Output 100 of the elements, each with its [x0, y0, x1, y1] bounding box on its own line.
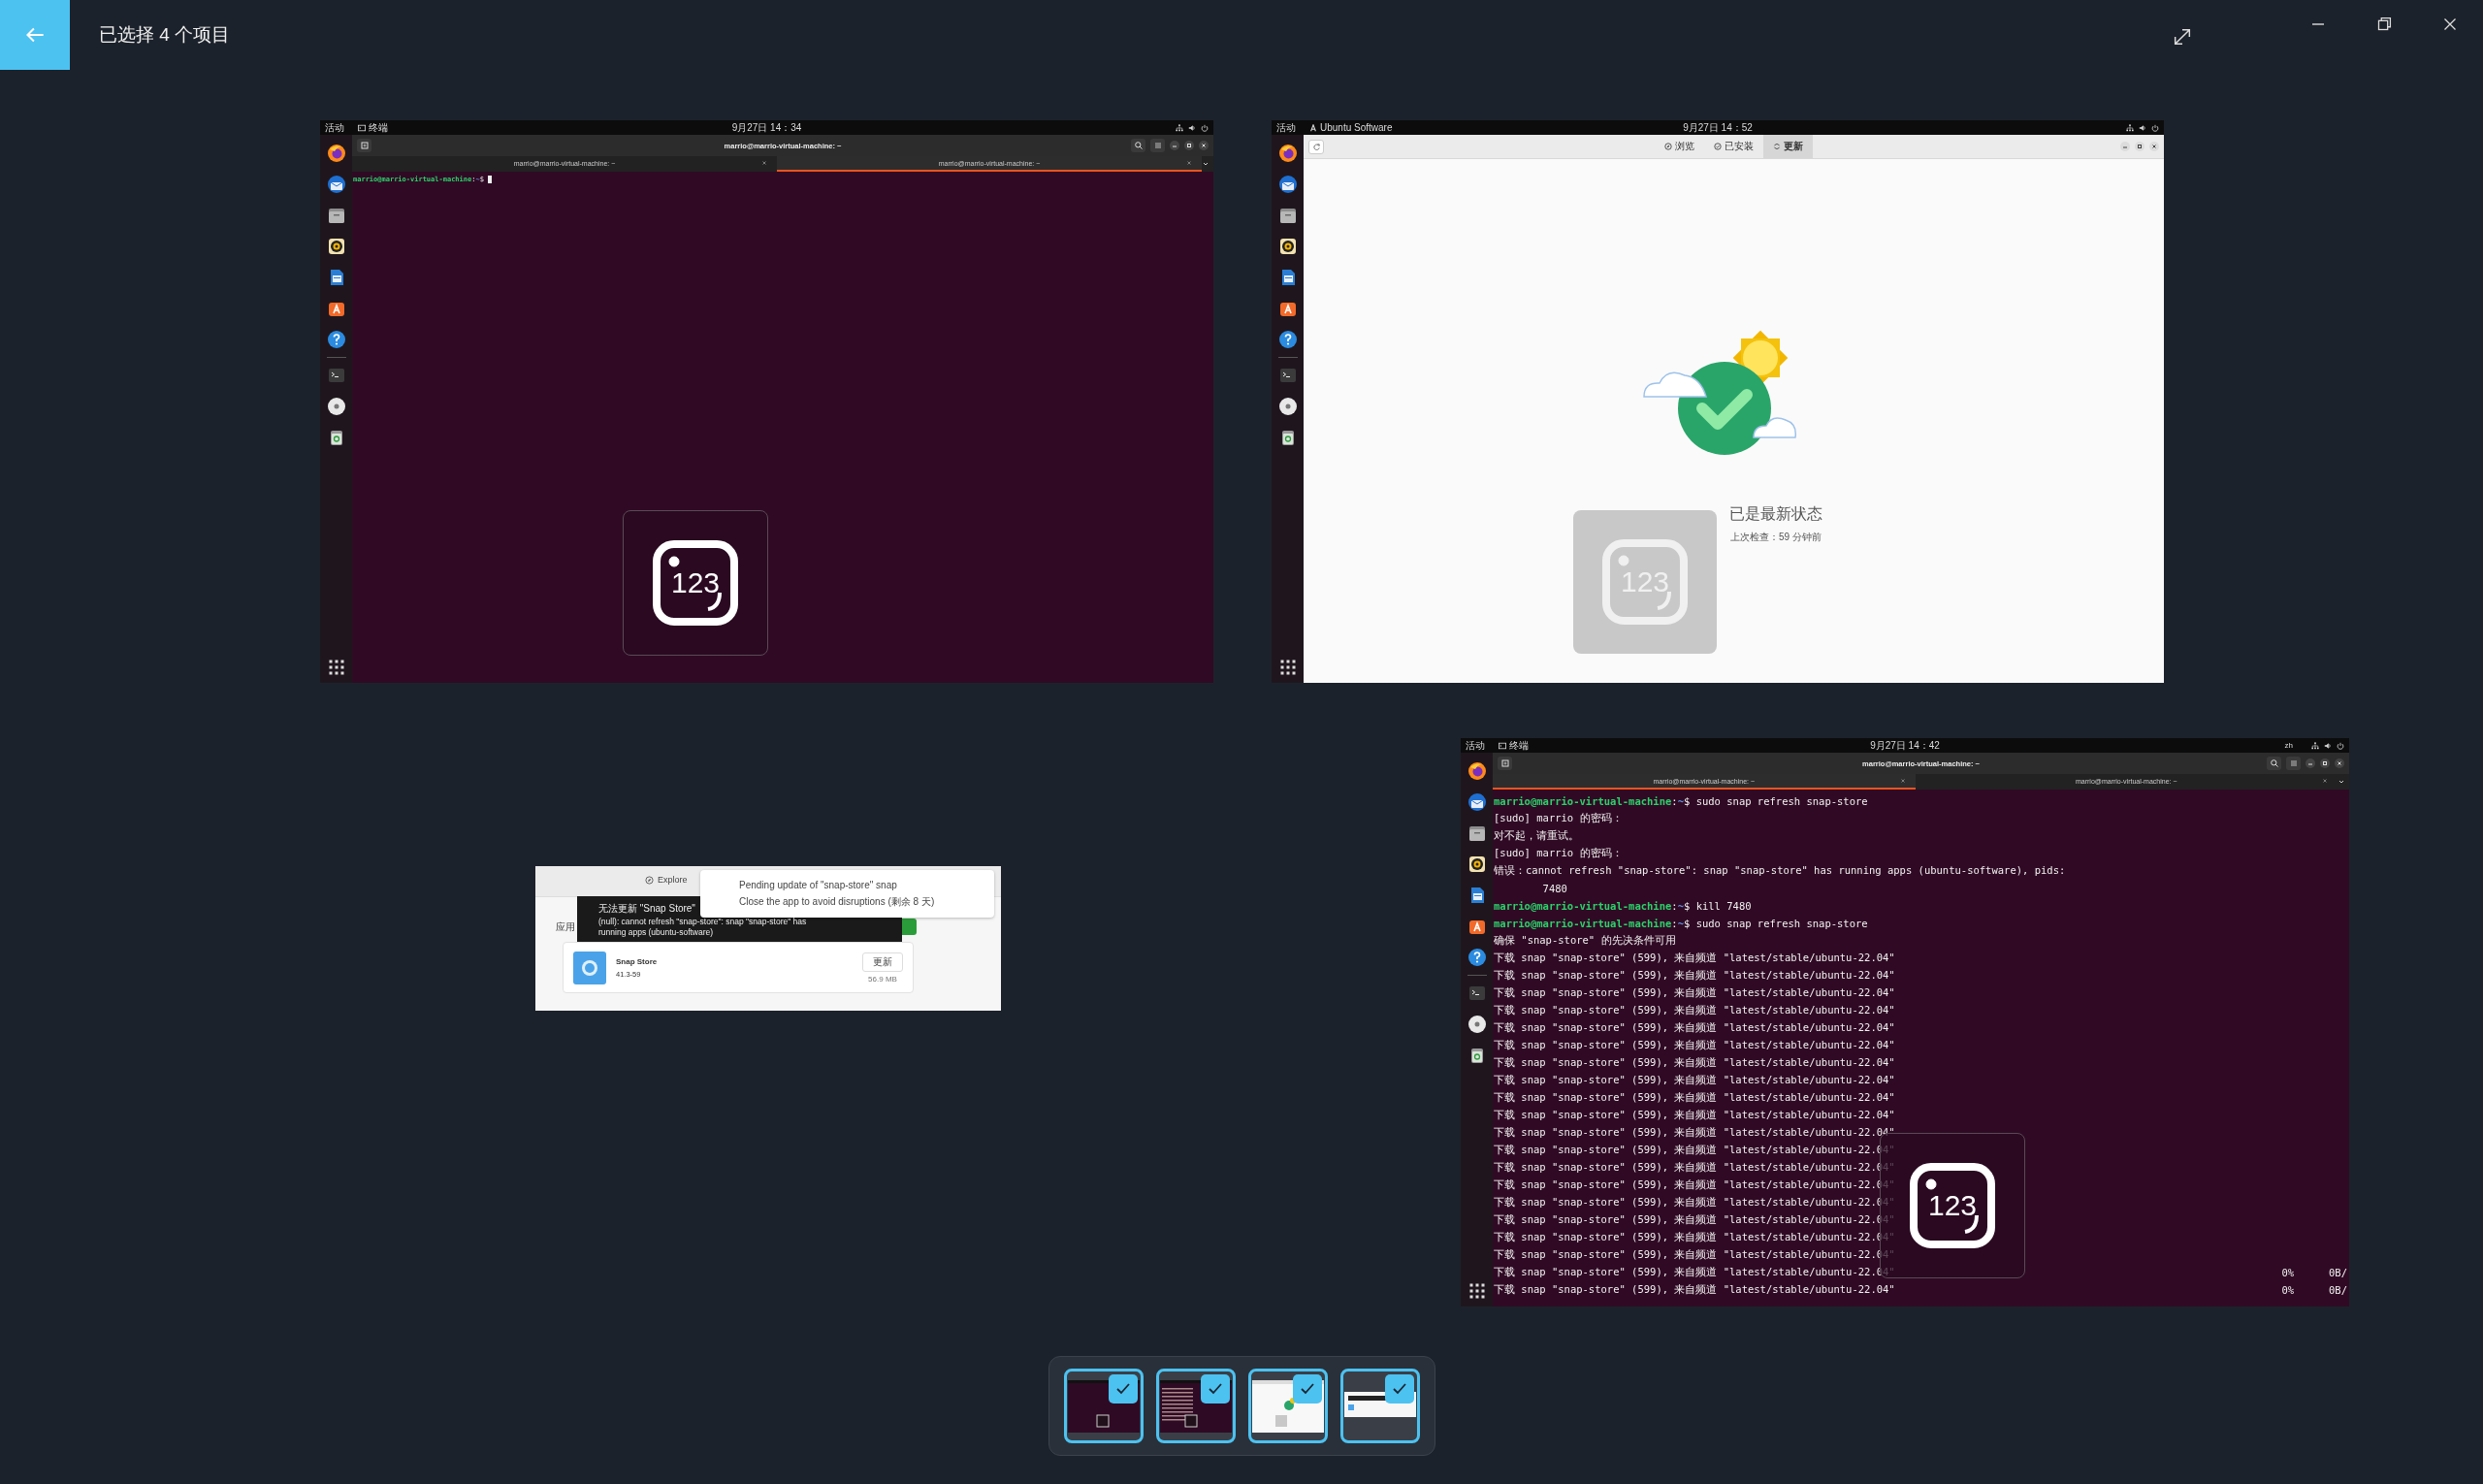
power-icon[interactable]	[2151, 123, 2159, 132]
volume-icon[interactable]	[1188, 123, 1196, 132]
terminal-icon	[358, 123, 366, 132]
new-tab-button[interactable]	[357, 139, 371, 152]
clock[interactable]: 9月27日 14：42	[1870, 738, 1940, 753]
disc-icon[interactable]	[1277, 397, 1298, 416]
network-icon[interactable]	[1176, 123, 1183, 132]
mail-icon[interactable]	[1467, 792, 1487, 812]
update-button[interactable]: 更新	[862, 952, 903, 972]
screenshot[interactable]	[535, 866, 1001, 1011]
close-button[interactable]	[2335, 758, 2344, 768]
download-size: 56.9 MB	[868, 974, 897, 984]
browser-icon[interactable]	[326, 144, 346, 163]
keypad-osd-icon	[1601, 538, 1689, 626]
activities-button[interactable]: 活动	[1276, 120, 1296, 135]
thumbnail[interactable]	[1156, 1369, 1236, 1443]
view-tab[interactable]: 更新	[1763, 135, 1813, 158]
folder-icon[interactable]	[1277, 206, 1298, 225]
close-tab-icon[interactable]	[2322, 778, 2328, 784]
app-menu[interactable]: 终端	[358, 120, 388, 135]
speaker-icon[interactable]	[1277, 237, 1298, 256]
power-icon[interactable]	[2337, 741, 2344, 750]
terminal-icon[interactable]	[1467, 984, 1487, 1003]
terminal-icon[interactable]	[1277, 366, 1298, 385]
close-button[interactable]	[1199, 141, 1209, 150]
clock[interactable]: 9月27日 14：52	[1683, 120, 1753, 135]
speaker-icon[interactable]	[326, 237, 346, 256]
minimize-button[interactable]	[2306, 758, 2315, 768]
network-icon[interactable]	[2311, 741, 2319, 750]
minimize-button[interactable]	[2120, 142, 2130, 151]
terminal-line: 错误：cannot refresh "snap-store": snap "snap-store" has running apps (ubuntu-software), pids:	[1494, 864, 2066, 878]
disc-icon[interactable]	[326, 397, 346, 416]
maximize-icon	[1185, 142, 1193, 149]
keypad-osd-icon	[1909, 1162, 1996, 1249]
terminal-line: 下载 snap "snap-store" (599), 来自频道 "latest/stable/ubuntu-22.04"	[1494, 1004, 1895, 1017]
search-button[interactable]	[1131, 139, 1145, 152]
chevron-down-icon[interactable]	[2338, 778, 2345, 786]
menu-icon	[2288, 758, 2299, 768]
checkbox[interactable]	[1109, 1374, 1138, 1403]
maximize-button[interactable]	[1184, 141, 1194, 150]
browser-icon[interactable]	[1467, 761, 1487, 781]
screenshot[interactable]	[1461, 738, 2349, 1307]
chevron-down-icon[interactable]	[1202, 160, 1209, 168]
terminal-line: 下载 snap "snap-store" (599), 来自频道 "latest/stable/ubuntu-22.04"	[1494, 1213, 1895, 1227]
volume-icon[interactable]	[2324, 741, 2332, 750]
folder-icon[interactable]	[1467, 823, 1487, 843]
selection-title: 已选择 4 个项目	[99, 23, 231, 47]
minimize-button[interactable]	[1170, 141, 1179, 150]
view-tab[interactable]: 浏览	[1655, 135, 1704, 158]
thumbnail[interactable]	[1248, 1369, 1328, 1443]
new-tab-icon	[359, 141, 370, 150]
error-message-line: running apps (ubuntu-software)	[598, 926, 714, 937]
terminal-line: [sudo] marrio 的密码：	[1494, 812, 1623, 825]
app-menu[interactable]: 终端	[1499, 738, 1529, 753]
minimize-icon	[2312, 23, 2324, 25]
error-message-line: 无法更新 "Snap Store"	[598, 901, 695, 916]
section-heading: 应用	[556, 920, 575, 934]
clock[interactable]: 9月27日 14：34	[731, 120, 802, 135]
checkbox[interactable]	[1385, 1374, 1414, 1403]
activities-button[interactable]: 活动	[1466, 738, 1485, 753]
close-tab-icon[interactable]	[1899, 778, 1906, 784]
help-icon[interactable]	[1467, 948, 1487, 967]
maximize-button[interactable]	[2320, 758, 2330, 768]
terminal-line: 确保 "snap-store" 的先决条件可用	[1494, 934, 1676, 948]
mail-icon[interactable]	[1277, 175, 1298, 194]
view-tab[interactable]: 已安装	[1704, 135, 1763, 158]
help-icon[interactable]	[326, 330, 346, 349]
browser-icon[interactable]	[1277, 144, 1298, 163]
close-button[interactable]	[2149, 142, 2159, 151]
terminal-line: 7480	[1541, 883, 1567, 894]
checkbox[interactable]	[1293, 1374, 1322, 1403]
disc-icon[interactable]	[1467, 1015, 1487, 1034]
new-tab-button[interactable]	[1498, 757, 1512, 770]
explore-tab[interactable]: Explore	[645, 875, 688, 885]
refresh-button[interactable]	[1308, 139, 1324, 154]
maximize-button[interactable]	[2135, 142, 2144, 151]
activities-button[interactable]: 活动	[325, 120, 344, 135]
help-icon[interactable]	[1277, 330, 1298, 349]
search-button[interactable]	[2267, 757, 2281, 770]
terminal-line: 下载 snap "snap-store" (599), 来自频道 "latest/stable/ubuntu-22.04"	[1494, 1248, 1895, 1262]
speaker-icon[interactable]	[1467, 855, 1487, 874]
folder-icon[interactable]	[326, 206, 346, 225]
close-tab-icon[interactable]	[761, 160, 767, 166]
network-icon[interactable]	[2126, 123, 2134, 132]
volume-icon[interactable]	[2139, 123, 2146, 132]
menu-button[interactable]	[1150, 139, 1165, 152]
check-circle-icon	[1714, 143, 1722, 150]
checkbox[interactable]	[1201, 1374, 1230, 1403]
maximize-icon	[2136, 143, 2144, 150]
close-tab-icon[interactable]	[1186, 160, 1192, 166]
compass-icon	[1664, 143, 1672, 150]
power-icon[interactable]	[1201, 123, 1209, 132]
menu-button[interactable]	[2286, 757, 2301, 770]
terminal-icon[interactable]	[326, 366, 346, 385]
app-menu[interactable]: Ubuntu Software	[1309, 122, 1393, 133]
input-method-indicator[interactable]: zh	[2284, 741, 2293, 750]
thumbnail[interactable]	[1064, 1369, 1144, 1443]
app-name: Snap Store	[616, 956, 658, 966]
mail-icon[interactable]	[326, 175, 346, 194]
thumbnail[interactable]	[1340, 1369, 1420, 1443]
